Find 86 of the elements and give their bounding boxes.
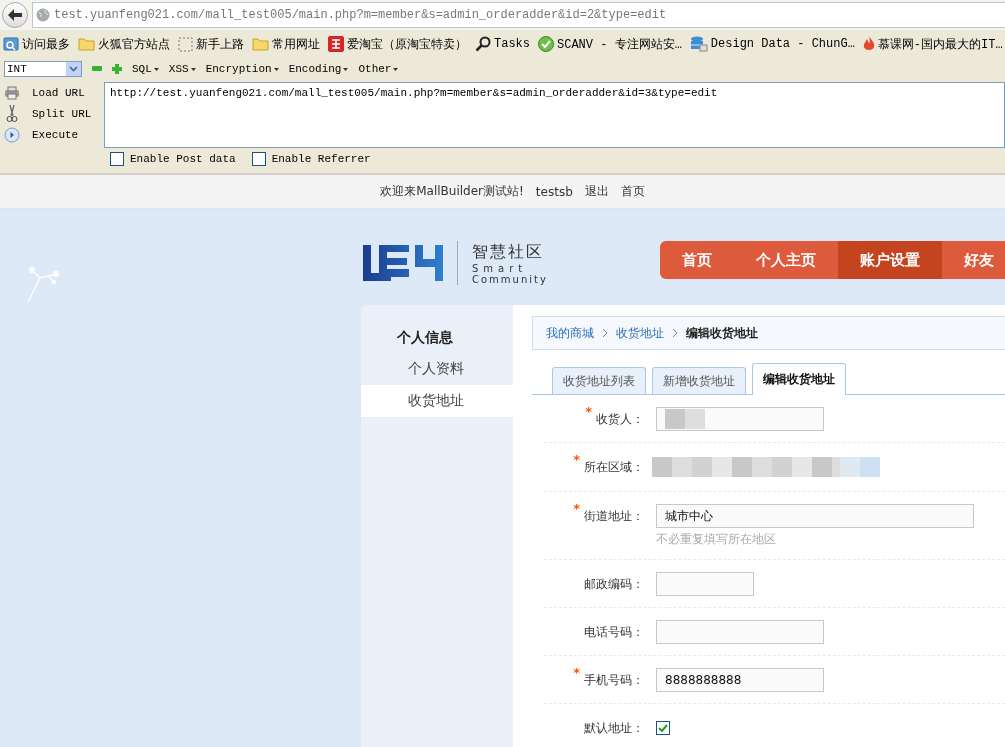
play-icon bbox=[4, 127, 20, 144]
caret-icon bbox=[393, 67, 399, 71]
top-link[interactable]: 首页 bbox=[620, 183, 645, 200]
field-label: 手机号码： bbox=[584, 671, 644, 689]
bookmark[interactable]: 新手上路 bbox=[178, 35, 244, 53]
folder-icon bbox=[78, 37, 95, 51]
plus-icon[interactable] bbox=[112, 64, 122, 74]
sidebar-item[interactable]: 个人资料 bbox=[361, 353, 513, 385]
field-hint: 不必重复填写所在地区 bbox=[656, 531, 777, 548]
input-field[interactable] bbox=[656, 620, 824, 644]
action-button[interactable]: Execute bbox=[4, 124, 104, 146]
caret-icon bbox=[343, 67, 349, 71]
nav-tab[interactable]: 账户设置 bbox=[838, 241, 942, 279]
caret-icon bbox=[190, 67, 196, 71]
checkbox[interactable] bbox=[656, 721, 670, 735]
minus-icon[interactable] bbox=[92, 66, 102, 72]
nav-tab[interactable]: 个人主页 bbox=[734, 241, 838, 279]
bookmark[interactable]: 慕课网-国内最大的IT… bbox=[862, 35, 1003, 53]
action-button[interactable]: Load URL bbox=[4, 82, 104, 104]
flame-icon bbox=[862, 36, 875, 52]
logo-icon bbox=[363, 243, 443, 283]
printer-icon bbox=[4, 85, 20, 100]
field-label: 邮政编码： bbox=[584, 575, 644, 593]
breadcrumb-link[interactable]: 我的商城 bbox=[546, 324, 594, 342]
search-icon bbox=[475, 36, 491, 52]
field-label: 所在区域： bbox=[584, 458, 644, 476]
back-arrow-icon bbox=[8, 9, 22, 21]
breadcrumb-link[interactable]: 收货地址 bbox=[616, 324, 664, 342]
field-label: 街道地址： bbox=[584, 507, 644, 525]
input-field[interactable] bbox=[656, 572, 754, 596]
caret-icon bbox=[153, 67, 159, 71]
scissors-icon bbox=[4, 105, 20, 123]
nav-tab[interactable]: 好友 bbox=[942, 241, 1005, 279]
folder-icon bbox=[252, 37, 269, 51]
field-label: 默认地址： bbox=[584, 719, 644, 737]
type-dropdown[interactable]: INT bbox=[4, 61, 82, 77]
chevron-icon bbox=[69, 66, 78, 72]
bookmark[interactable]: SCANV - 专注网站安… bbox=[538, 35, 682, 53]
field-label: 收货人： bbox=[596, 410, 644, 428]
option-checkbox[interactable]: Enable Post data bbox=[110, 152, 236, 166]
menu-button[interactable]: SQL bbox=[132, 63, 159, 75]
sidebar-item[interactable]: 收货地址 bbox=[361, 385, 513, 417]
breadcrumb-current: 编辑收货地址 bbox=[686, 324, 758, 342]
database-icon bbox=[689, 36, 708, 52]
blank-page-icon bbox=[178, 36, 193, 52]
logo-name: 智慧社区 bbox=[472, 241, 545, 263]
nav-tab[interactable]: 首页 bbox=[660, 241, 734, 279]
bookmark[interactable]: Tasks bbox=[475, 36, 530, 52]
caret-icon bbox=[273, 67, 279, 71]
required-asterisk: * bbox=[573, 452, 580, 467]
bookmark[interactable]: 常用网址 bbox=[252, 35, 320, 53]
action-button[interactable]: Split URL bbox=[4, 103, 104, 125]
menu-button[interactable]: Encryption bbox=[205, 63, 279, 75]
required-asterisk: * bbox=[573, 501, 580, 516]
check-icon bbox=[538, 36, 554, 52]
logo-tagline: Smart bbox=[472, 262, 529, 274]
tab[interactable]: 收货地址列表 bbox=[552, 367, 646, 394]
option-checkbox[interactable]: Enable Referrer bbox=[251, 152, 371, 166]
tab[interactable]: 编辑收货地址 bbox=[752, 363, 846, 395]
top-link[interactable]: 退出 bbox=[584, 183, 609, 200]
input-field[interactable]: 8888888888 bbox=[656, 668, 824, 692]
welcome-text: 欢迎来MallBuilder测试站! bbox=[380, 183, 524, 200]
chevron-right-icon bbox=[602, 328, 608, 338]
window-icon bbox=[3, 36, 19, 52]
bookmark[interactable]: Design Data - ChunG… bbox=[689, 36, 855, 52]
address-bar[interactable]: test.yuanfeng021.com/mall_test005/main.php?m=member&s=admin_orderadder&id=2&type=edit bbox=[32, 2, 1005, 28]
tile-icon bbox=[328, 36, 344, 52]
field-label: 电话号码： bbox=[584, 623, 644, 641]
sidebar-heading: 个人信息 bbox=[396, 328, 454, 347]
url-textarea[interactable]: http://test.yuanfeng021.com/mall_test005/main.php?m=member&s=admin_orderadder&id=3&type=edit bbox=[104, 82, 1005, 148]
required-asterisk: * bbox=[573, 665, 580, 680]
username-link[interactable]: testsb bbox=[535, 184, 573, 199]
bookmark[interactable]: 火狐官方站点 bbox=[78, 35, 170, 53]
tab[interactable]: 新增收货地址 bbox=[652, 367, 746, 394]
back-button[interactable] bbox=[2, 2, 28, 28]
menu-button[interactable]: XSS bbox=[168, 63, 196, 75]
bookmark[interactable]: 爱淘宝（原淘宝特卖） bbox=[328, 35, 467, 53]
globe-icon bbox=[36, 8, 50, 22]
input-field[interactable] bbox=[656, 407, 824, 431]
logo-tagline: Community bbox=[472, 273, 548, 285]
menu-button[interactable]: Other bbox=[358, 63, 399, 75]
chevron-right-icon bbox=[672, 328, 678, 338]
menu-button[interactable]: Encoding bbox=[288, 63, 349, 75]
input-field[interactable]: 城市中心 bbox=[656, 504, 974, 528]
required-asterisk: * bbox=[585, 404, 592, 419]
bookmark[interactable]: 访问最多 bbox=[3, 35, 70, 53]
